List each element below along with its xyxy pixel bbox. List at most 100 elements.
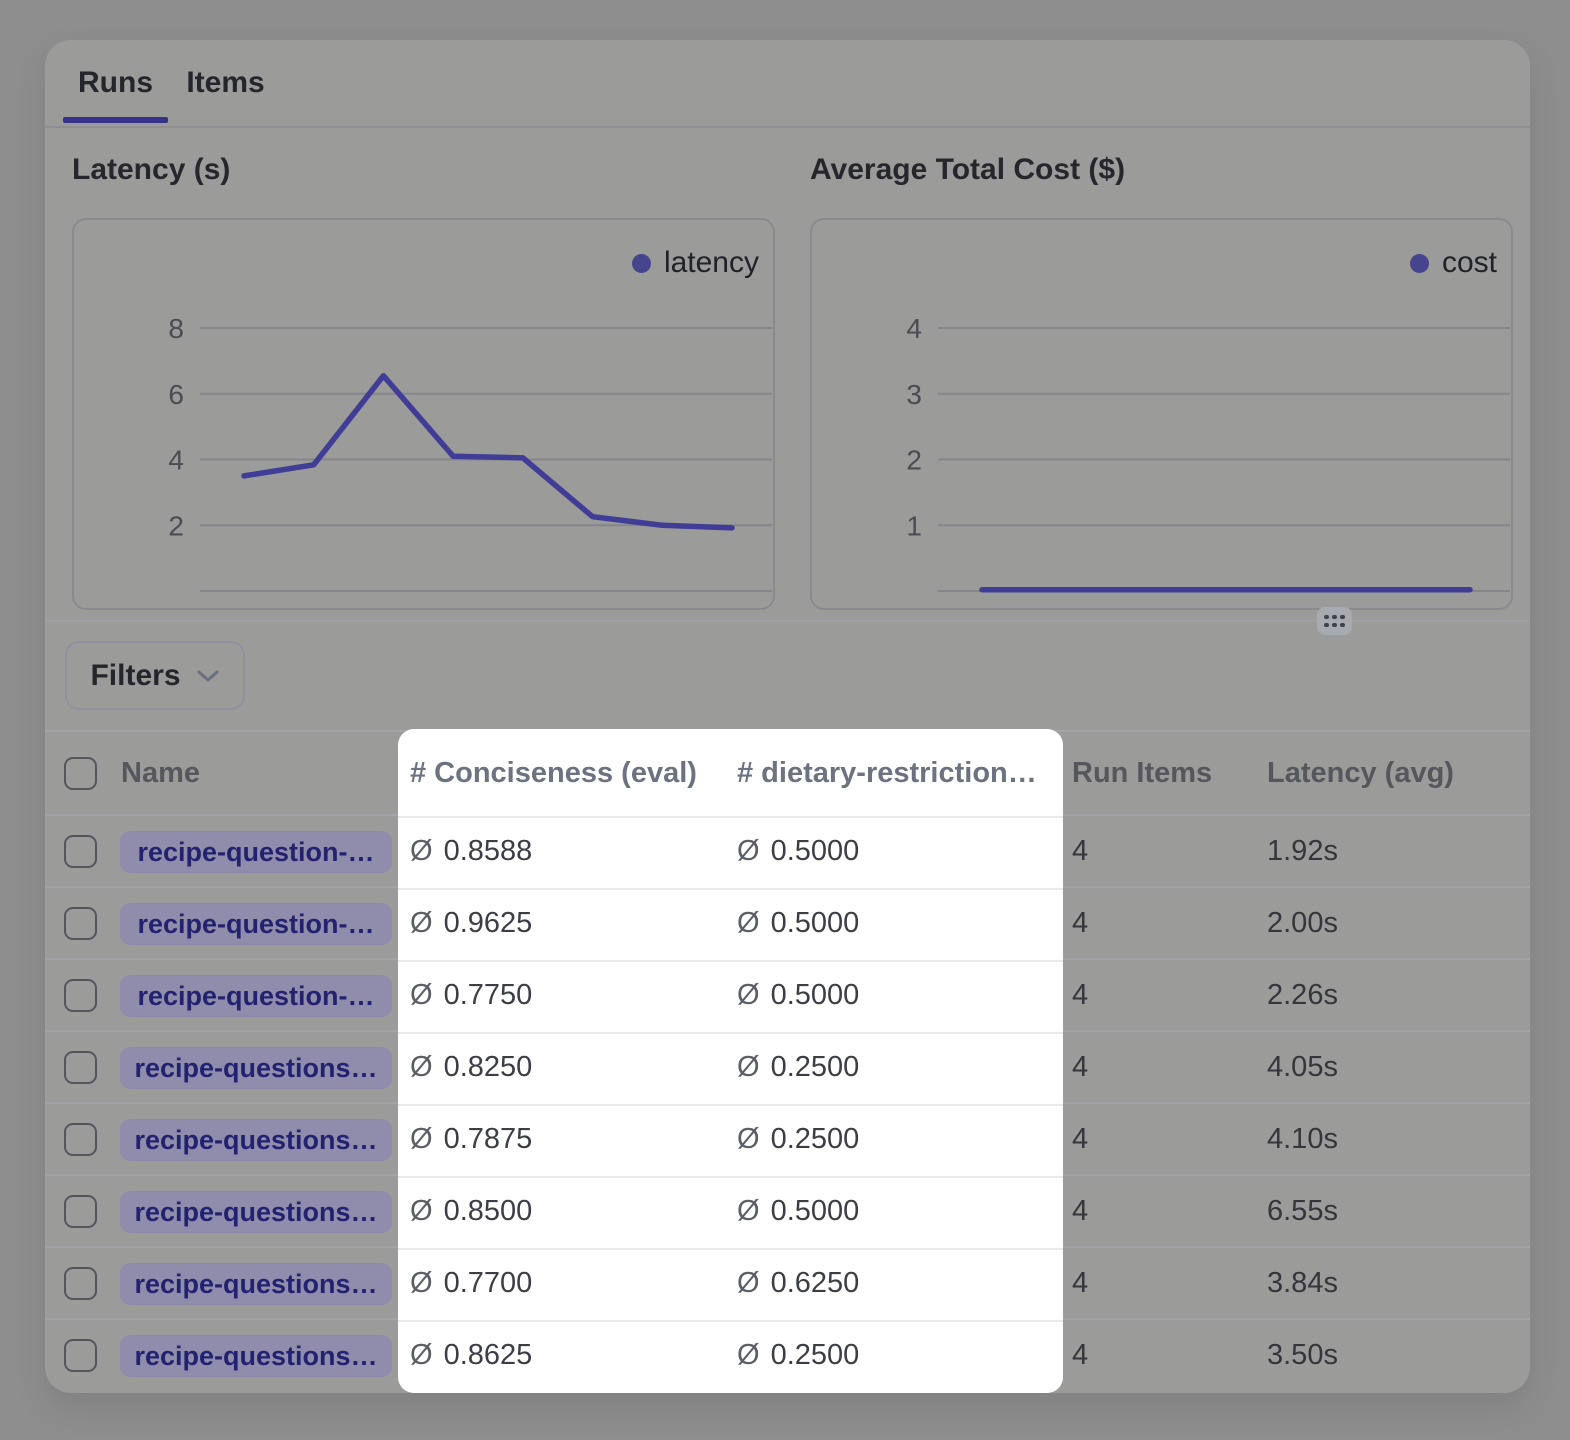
conciseness-cell: Ø0.8250 <box>410 1032 532 1102</box>
table-row: recipe-questions… Ø0.8500 Ø0.5000 4 6.55s <box>45 1176 1530 1248</box>
table-row: recipe-questions… Ø0.7875 Ø0.2500 4 4.10s <box>45 1104 1530 1176</box>
table-row: recipe-questions… Ø0.8250 Ø0.2500 4 4.05s <box>45 1032 1530 1104</box>
average-symbol: Ø <box>737 835 760 868</box>
column-header-dietary-restriction[interactable]: # dietary-restriction… <box>737 732 1037 814</box>
cost-legend-dot-icon <box>1410 254 1429 273</box>
tab-items[interactable]: Items <box>185 40 266 126</box>
panel-divider <box>45 620 1530 622</box>
latency-legend: latency <box>632 246 759 280</box>
average-symbol: Ø <box>737 907 760 940</box>
filters-button[interactable]: Filters <box>65 641 245 710</box>
dietary-restriction-cell: Ø0.2500 <box>737 1104 859 1174</box>
run-items-cell: 4 <box>1072 816 1088 886</box>
column-header-conciseness[interactable]: # Conciseness (eval) <box>410 732 697 814</box>
run-name-badge[interactable]: recipe-question-… <box>120 831 392 873</box>
dietary-restriction-cell: Ø0.5000 <box>737 816 859 886</box>
conciseness-cell: Ø0.8500 <box>410 1176 532 1246</box>
table-row: recipe-questions…Ø0.7700Ø0.625043.84s <box>45 1248 1530 1320</box>
average-symbol: Ø <box>737 1267 760 1300</box>
dietary-restriction-cell: Ø0.2500 <box>737 1320 859 1390</box>
average-symbol: Ø <box>410 835 433 868</box>
row-checkbox[interactable] <box>64 1267 97 1300</box>
conciseness-cell: Ø0.7700 <box>410 1248 532 1318</box>
conciseness-cell: Ø0.8588 <box>410 816 532 886</box>
dietary-restriction-cell: Ø0.5000 <box>737 1176 859 1246</box>
row-checkbox[interactable] <box>64 907 97 940</box>
tab-runs[interactable]: Runs <box>63 40 168 126</box>
latency-legend-label: latency <box>664 246 759 280</box>
average-symbol: Ø <box>410 1051 433 1084</box>
conciseness-cell: Ø0.8625 <box>410 1320 532 1390</box>
chevron-down-icon <box>196 669 220 683</box>
average-symbol: Ø <box>410 1195 433 1228</box>
cost-legend-label: cost <box>1442 246 1497 280</box>
run-name-badge[interactable]: recipe-question-… <box>120 975 392 1017</box>
cost-legend: cost <box>1410 246 1497 280</box>
table-row: recipe-questions… Ø0.8625 Ø0.2500 4 3.50s <box>45 1320 1530 1392</box>
run-items-cell: 4 <box>1072 1032 1088 1102</box>
average-symbol: Ø <box>737 1339 760 1372</box>
latency-avg-cell: 3.84s <box>1267 1248 1338 1318</box>
column-header-name[interactable]: Name <box>121 732 200 814</box>
latency-avg-cell: 1.92s <box>1267 816 1338 886</box>
run-items-cell: 4 <box>1072 1320 1088 1390</box>
latency-chart-title: Latency (s) <box>72 152 230 188</box>
svg-text:3: 3 <box>906 379 922 410</box>
tab-items-label: Items <box>186 66 264 100</box>
row-checkbox[interactable] <box>64 1123 97 1156</box>
row-checkbox[interactable] <box>64 1195 97 1228</box>
average-symbol: Ø <box>410 979 433 1012</box>
dietary-restriction-cell: Ø0.5000 <box>737 888 859 958</box>
run-items-cell: 4 <box>1072 1176 1088 1246</box>
select-all-checkbox[interactable] <box>64 757 97 790</box>
latency-avg-cell: 2.26s <box>1267 960 1338 1030</box>
average-symbol: Ø <box>737 1051 760 1084</box>
row-checkbox[interactable] <box>64 979 97 1012</box>
svg-text:4: 4 <box>906 313 922 344</box>
average-symbol: Ø <box>410 1267 433 1300</box>
latency-avg-cell: 3.50s <box>1267 1320 1338 1390</box>
latency-legend-dot-icon <box>632 254 651 273</box>
run-name-badge[interactable]: recipe-question-… <box>120 903 392 945</box>
column-header-latency-avg[interactable]: Latency (avg) <box>1267 732 1454 814</box>
average-symbol: Ø <box>737 979 760 1012</box>
row-checkbox[interactable] <box>64 835 97 868</box>
cost-chart-title: Average Total Cost ($) <box>810 152 1125 188</box>
dietary-restriction-cell: Ø0.2500 <box>737 1032 859 1102</box>
dietary-restriction-cell: Ø0.5000 <box>737 960 859 1030</box>
run-name-badge[interactable]: recipe-questions… <box>120 1335 392 1377</box>
latency-avg-cell: 2.00s <box>1267 888 1338 958</box>
svg-text:4: 4 <box>168 445 184 476</box>
average-symbol: Ø <box>737 1195 760 1228</box>
run-name-badge[interactable]: recipe-questions… <box>120 1263 392 1305</box>
average-symbol: Ø <box>410 1123 433 1156</box>
latency-chart: 8642 latency <box>72 218 775 610</box>
average-symbol: Ø <box>410 1339 433 1372</box>
panel-resize-handle[interactable] <box>1317 607 1352 635</box>
average-symbol: Ø <box>737 1123 760 1156</box>
column-header-run-items[interactable]: Run Items <box>1072 732 1212 814</box>
conciseness-cell: Ø0.7750 <box>410 960 532 1030</box>
latency-avg-cell: 4.05s <box>1267 1032 1338 1102</box>
dietary-restriction-cell: Ø0.6250 <box>737 1248 859 1318</box>
average-symbol: Ø <box>410 907 433 940</box>
conciseness-cell: Ø0.9625 <box>410 888 532 958</box>
latency-avg-cell: 4.10s <box>1267 1104 1338 1174</box>
table-row: recipe-question-… Ø0.9625 Ø0.5000 4 2.00s <box>45 888 1530 960</box>
row-checkbox[interactable] <box>64 1339 97 1372</box>
runs-table: Name # Conciseness (eval) # dietary-restri… <box>45 730 1530 1393</box>
run-name-badge[interactable]: recipe-questions… <box>120 1119 392 1161</box>
run-name-badge[interactable]: recipe-questions… <box>120 1047 392 1089</box>
run-items-cell: 4 <box>1072 888 1088 958</box>
tab-runs-label: Runs <box>78 66 153 100</box>
grip-dots-icon <box>1324 615 1345 628</box>
run-name-badge[interactable]: recipe-questions… <box>120 1191 392 1233</box>
runs-panel: Runs Items Latency (s) Average Total Cos… <box>45 40 1530 1393</box>
table-row: recipe-question-…Ø0.7750Ø0.500042.26s <box>45 960 1530 1032</box>
conciseness-cell: Ø0.7875 <box>410 1104 532 1174</box>
run-items-cell: 4 <box>1072 1104 1088 1174</box>
row-checkbox[interactable] <box>64 1051 97 1084</box>
latency-avg-cell: 6.55s <box>1267 1176 1338 1246</box>
cost-chart-plot: 4321 <box>812 220 1511 608</box>
svg-text:8: 8 <box>168 313 184 344</box>
